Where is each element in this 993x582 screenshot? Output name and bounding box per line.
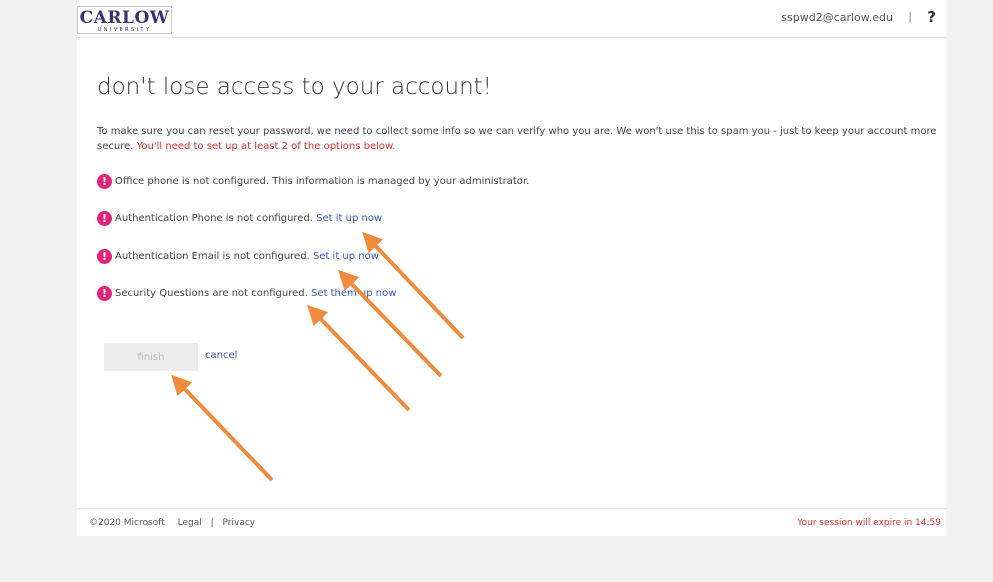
option-office-phone: ! Office phone is not configured. This in… [97,174,529,190]
setup-questions-link[interactable]: Set them up now [311,288,396,299]
alert-icon: ! [97,211,112,226]
logo-wordmark: CARLOW [79,8,170,28]
option-text: Authentication Phone is not configured. [115,213,313,224]
cancel-link[interactable]: cancel [205,350,237,361]
help-icon[interactable]: ? [927,8,936,26]
setup-email-link[interactable]: Set it up now [313,251,379,262]
signin-card: CARLOW UNIVERSITY sspwd2@carlow.edu | ? … [77,0,946,536]
finish-button[interactable]: finish [104,343,198,371]
carlow-logo: CARLOW UNIVERSITY [77,6,172,34]
option-authentication-phone: ! Authentication Phone is not configured.… [97,211,382,227]
option-text: Authentication Email is not configured. [115,251,310,262]
option-authentication-email: ! Authentication Email is not configured.… [97,249,379,265]
alert-icon: ! [97,286,112,301]
legal-link[interactable]: Legal [178,518,202,528]
privacy-link[interactable]: Privacy [223,518,256,528]
intro-warning: You'll need to set up at least 2 of the … [136,141,396,152]
session-timer: Your session will expire in 14:59 [797,518,941,528]
intro-paragraph: To make sure you can reset your password… [97,124,942,154]
alert-icon: ! [97,249,112,264]
setup-phone-link[interactable]: Set it up now [316,213,382,224]
footer-separator: | [210,518,214,528]
footer-links: ©2020 Microsoft Legal | Privacy [89,518,255,528]
logo-subtitle: UNIVERSITY [97,27,152,33]
page-title: don't lose access to your account! [97,74,492,100]
option-text: Office phone is not configured. This inf… [115,176,530,187]
copyright-text: ©2020 Microsoft [89,518,165,528]
option-security-questions: ! Security Questions are not configured. … [97,286,396,302]
option-text: Security Questions are not configured. [115,288,308,299]
user-email: sspwd2@carlow.edu [781,11,893,24]
header-separator: | [908,10,912,23]
page-header: CARLOW UNIVERSITY sspwd2@carlow.edu | ? [77,0,946,38]
alert-icon: ! [97,174,112,189]
page-footer: ©2020 Microsoft Legal | Privacy Your ses… [77,508,946,537]
